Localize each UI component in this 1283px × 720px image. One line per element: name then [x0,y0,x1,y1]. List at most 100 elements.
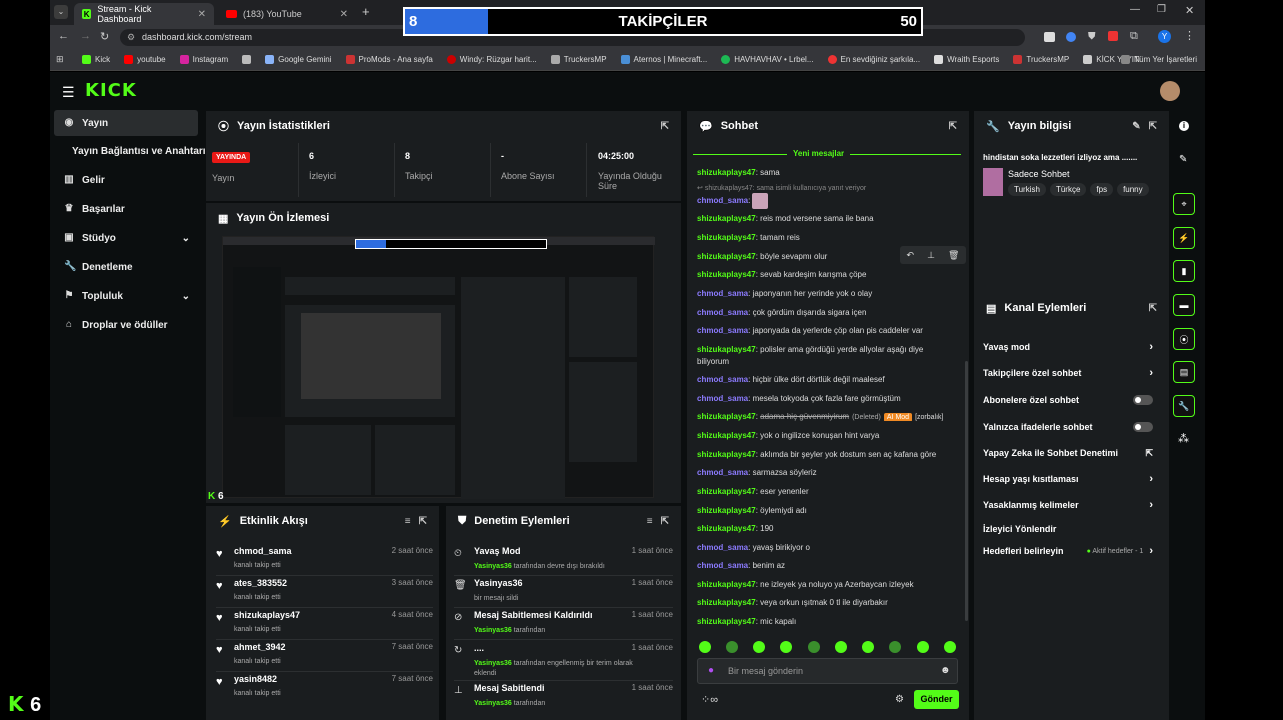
rail-button-document[interactable]: ▮ [1173,260,1195,282]
sidebar-item-7[interactable]: ⌂ Droplar ve ödüller [54,312,198,338]
chat-username[interactable]: chmod_sama [697,543,748,552]
chevron-down-icon[interactable]: ⌄ [182,233,190,244]
channel-action-7[interactable]: İzleyici Yönlendir [983,522,1153,536]
emote-icon[interactable] [889,641,901,653]
bookmark-item[interactable]: TruckersMP [550,55,607,64]
chat-username[interactable]: chmod_sama [697,394,748,403]
all-bookmarks[interactable]: Tüm Yer İşaretleri [1121,55,1197,64]
tag[interactable]: funny [1117,183,1149,196]
channel-action-3[interactable]: Yalnızca ifadelerle sohbet [983,420,1153,434]
filter-icon[interactable]: ≡ [647,516,653,527]
chevron-right-icon[interactable]: › [1149,341,1153,353]
chat-username[interactable]: chmod_sama [697,289,748,298]
apps-grid-icon[interactable]: ⊞ [56,54,64,65]
chat-settings-icon[interactable]: ⚙ [895,694,904,705]
chat-username[interactable]: shizukaplays47 [697,506,756,515]
channel-action-8[interactable]: Hedefleri belirleyin ● Aktif hedefler - 1… [983,544,1153,558]
bookmark-item[interactable] [242,55,252,64]
rail-button-wrench[interactable]: 🔧 [1173,395,1195,417]
emote-icon[interactable] [753,641,765,653]
rail-button-actions[interactable]: ▤ [1173,361,1195,383]
popout-icon[interactable]: ⇱ [1149,121,1157,132]
close-tab-icon[interactable]: ✕ [198,9,206,20]
chat-username[interactable]: chmod_sama [697,561,748,570]
emote-icon[interactable] [862,641,874,653]
minimize-icon[interactable]: — [1130,4,1140,15]
sidebar-item-2[interactable]: ▥ Gelir [54,167,198,193]
channel-action-1[interactable]: Takipçilere özel sohbet › [983,366,1153,380]
popout-icon[interactable]: ⇱ [949,121,957,132]
chat-username[interactable]: shizukaplays47 [697,252,756,261]
chat-input[interactable]: ● Bir mesaj gönderin ☻ [697,658,958,684]
bookmark-item[interactable]: En sevdiğiniz şarkıla... [827,55,920,64]
bookmark-item[interactable]: Windy: Rüzgar harit... [446,55,537,64]
hamburger-menu-icon[interactable]: ☰ [62,84,75,101]
chat-username[interactable]: shizukaplays47 [697,431,756,440]
bookmark-item[interactable]: HAVHAVHAV • Lrbel... [721,55,814,64]
channel-action-2[interactable]: Abonelere özel sohbet [983,393,1153,407]
points-icon[interactable]: ⁘∞ [701,693,718,706]
popout-icon[interactable]: ⇱ [419,516,427,527]
sidebar-item-5[interactable]: 🔧 Denetleme [54,254,198,280]
emote-icon[interactable] [917,641,929,653]
channel-action-4[interactable]: Yapay Zeka ile Sohbet Denetimi ⇱ [983,446,1153,460]
tag[interactable]: fps [1090,183,1114,196]
sidebar-item-1[interactable]: Yayın Bağlantısı ve Anahtarı [54,138,206,164]
site-info-icon[interactable]: ⚙ [127,29,135,46]
sidebar-item-3[interactable]: ♛ Başarılar [54,196,198,222]
channel-action-0[interactable]: Yavaş mod › [983,340,1153,354]
chat-username[interactable]: shizukaplays47 [697,168,756,177]
close-window-icon[interactable]: ✕ [1185,4,1194,17]
tab-kick-dashboard[interactable]: K Stream - Kick Dashboard ✕ [74,3,214,25]
maximize-icon[interactable]: ❐ [1157,4,1166,15]
emote-icon[interactable] [699,641,711,653]
puzzle-icon[interactable]: ⧉ [1130,30,1138,43]
info-icon[interactable]: i [1179,121,1189,131]
tag[interactable]: Turkish [1008,183,1046,196]
rail-button-broadcast[interactable]: ⦿ [1173,328,1195,350]
popout-icon[interactable]: ⇱ [1149,303,1157,314]
channel-action-6[interactable]: Yasaklanmış kelimeler › [983,498,1153,512]
rail-button-bolt[interactable]: ⚡ [1173,227,1195,249]
new-tab-icon[interactable]: + [362,4,370,19]
bookmark-item[interactable]: Instagram [179,55,228,64]
filter-icon[interactable]: ≡ [405,516,411,527]
rail-button-capture[interactable]: ⌖ [1173,193,1195,215]
shield-extension-icon[interactable]: ⛊ [1088,31,1096,42]
chat-username[interactable]: shizukaplays47 [697,450,756,459]
stream-preview-video[interactable] [222,236,655,499]
toggle-switch[interactable] [1133,395,1153,405]
chevron-right-icon[interactable]: › [1149,367,1153,379]
bookmark-item[interactable]: TruckersMP [1013,55,1069,64]
bookmark-item[interactable]: Aternos | Minecraft... [620,55,707,64]
forward-icon[interactable]: → [80,30,91,42]
bookmark-item[interactable]: Wraith Esports [934,55,999,64]
sidebar-item-4[interactable]: ▣ Stüdyo ⌄ [54,225,198,251]
tab-search-icon[interactable]: ⌄ [54,5,68,19]
chat-username[interactable]: shizukaplays47 [697,487,756,496]
rail-button-chat[interactable]: ▬ [1173,294,1195,316]
chat-username[interactable]: chmod_sama [697,308,748,317]
tag[interactable]: Türkçe [1049,183,1087,196]
bookmark-item[interactable]: youtube [124,55,166,64]
microphone-icon[interactable]: ● [708,665,714,676]
chat-username[interactable]: shizukaplays47 [697,617,756,626]
sidebar-item-0[interactable]: ◉ Yayın [54,110,198,136]
user-avatar[interactable] [1160,81,1180,101]
emote-icon[interactable] [835,641,847,653]
chat-username[interactable]: chmod_sama [697,375,748,384]
chevron-right-icon[interactable]: › [1149,473,1153,485]
edit-icon[interactable]: ✎ [1179,154,1187,165]
send-button[interactable]: Gönder [914,690,959,709]
chat-username[interactable]: shizukaplays47 [697,214,756,223]
chat-username[interactable]: shizukaplays47 [697,233,756,242]
bookmark-item[interactable]: Google Gemini [265,55,332,64]
extension-icon[interactable] [1108,31,1118,41]
chat-username[interactable]: chmod_sama [697,196,748,205]
popout-icon[interactable]: ⇱ [661,121,669,132]
chat-username[interactable]: shizukaplays47 [697,580,756,589]
profile-avatar[interactable]: Y [1158,30,1171,43]
chevron-right-icon[interactable]: › [1149,499,1153,511]
extension-icon[interactable] [1044,32,1055,42]
edit-icon[interactable]: ✎ [1132,121,1140,132]
